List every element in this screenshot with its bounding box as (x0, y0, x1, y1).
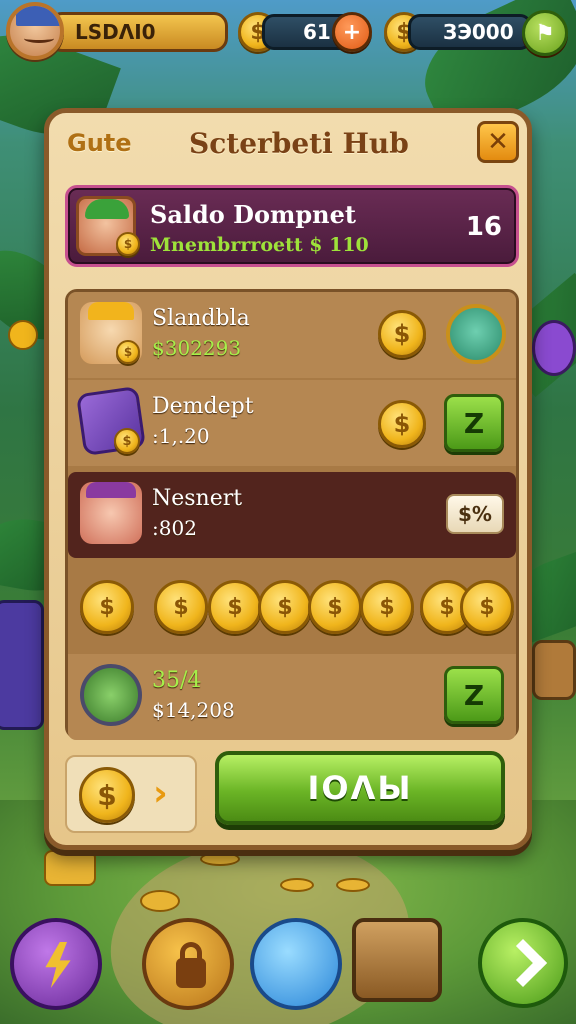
close-icon: ✕ (487, 127, 509, 157)
list-item[interactable]: Nesnert :802 $% (68, 472, 516, 558)
claim-button[interactable]: Z (444, 666, 504, 724)
hero-icon[interactable] (446, 304, 506, 364)
coin-icon: $ (80, 580, 134, 634)
coin-icon: $ (378, 310, 426, 358)
coin-icon: $ (460, 580, 514, 634)
row-title: 35/4 (152, 668, 202, 693)
row-title: Nesnert (152, 486, 243, 511)
shop-button[interactable]: ⚑ (522, 10, 568, 56)
panel-tab[interactable]: Gute (67, 129, 132, 157)
coin-icon: $ (378, 400, 426, 448)
vase-icon[interactable] (250, 918, 342, 1010)
coin-icon: $ (116, 232, 140, 256)
coin-icon: $ (79, 767, 135, 823)
gem-count: ЗЭ000 (443, 20, 514, 44)
recycle-icon (80, 664, 142, 726)
coin-icon: $ (114, 428, 140, 454)
play-button-label: IOΛЫ (307, 769, 413, 807)
row-title: Slandbla (152, 306, 250, 331)
hero-icon (80, 482, 142, 544)
coin-count: 61 (303, 20, 331, 44)
player-name-bar[interactable]: LSDΛΙ0 (48, 12, 228, 52)
scterbeti-hub-panel: Gute Scterbeti Hub ✕ $ Saldo Dompnet Mne… (44, 108, 532, 850)
list-item[interactable]: $ Demdept :1,.20 $ Z (68, 380, 516, 466)
row-value: :802 (152, 516, 197, 540)
row-value: $302293 (152, 336, 242, 360)
panel-title: Scterbeti Hub (189, 127, 409, 160)
play-button[interactable]: IOΛЫ (215, 751, 505, 825)
coin-icon: $ (360, 580, 414, 634)
row-value: :1,.20 (152, 424, 210, 448)
coin-icon: $ (308, 580, 362, 634)
lock-icon[interactable] (142, 918, 234, 1010)
offer-list: $ Slandbla $302293 $ $ Demdept :1,.20 $ … (65, 289, 519, 740)
chest-icon[interactable] (352, 918, 442, 1002)
list-item[interactable]: 35/4 $14,208 Z (68, 654, 516, 740)
featured-subtitle: Mnembrrroett $ 110 (150, 234, 369, 256)
list-item[interactable]: $ Slandbla $302293 $ (68, 292, 516, 378)
coin-icon: $ (208, 580, 262, 634)
row-title: Demdept (152, 394, 254, 419)
plus-icon: + (342, 19, 362, 45)
claim-button[interactable]: Z (444, 394, 504, 452)
row-value: $14,208 (152, 698, 235, 722)
discount-button[interactable]: $% (446, 494, 504, 534)
lightning-icon[interactable] (10, 918, 102, 1010)
coin-row: $ $ $ $ $ $ $ $ (68, 566, 516, 650)
featured-offer[interactable]: $ Saldo Dompnet Mnembrrroett $ 110 16 (65, 185, 519, 267)
player-name: LSDΛΙ0 (75, 20, 156, 44)
featured-title: Saldo Dompnet (150, 200, 356, 229)
player-avatar-icon[interactable] (6, 2, 64, 60)
next-button[interactable] (478, 918, 568, 1008)
close-button[interactable]: ✕ (477, 121, 519, 163)
gem-counter: ЗЭ000 (408, 14, 532, 50)
arrow-icon: › (153, 773, 168, 814)
shop-icon: ⚑ (535, 20, 555, 46)
coin-icon: $ (258, 580, 312, 634)
coin-icon: $ (154, 580, 208, 634)
coin-icon: $ (116, 340, 140, 364)
featured-count: 16 (465, 212, 502, 242)
arrow-icon (498, 938, 548, 988)
coin-selector[interactable]: $ › (65, 755, 197, 833)
add-coins-button[interactable]: + (332, 12, 372, 52)
